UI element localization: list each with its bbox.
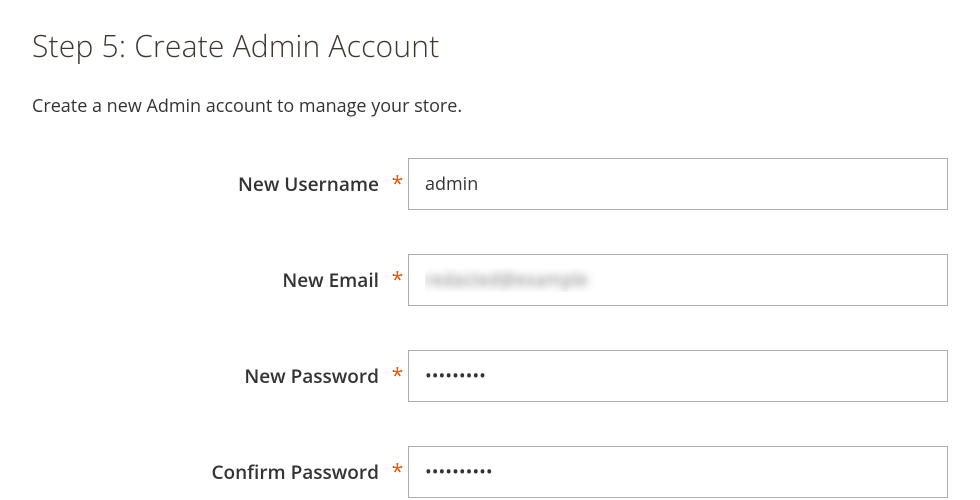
page-subtitle: Create a new Admin account to manage you… bbox=[32, 94, 948, 118]
confirm-password-input[interactable] bbox=[408, 446, 948, 498]
password-label: New Password bbox=[32, 363, 387, 389]
username-label: New Username bbox=[32, 171, 387, 197]
required-icon: * bbox=[387, 266, 408, 294]
username-row: New Username * bbox=[32, 158, 948, 210]
confirm-password-label: Confirm Password bbox=[32, 459, 387, 485]
username-input[interactable] bbox=[408, 158, 948, 210]
password-input[interactable] bbox=[408, 350, 948, 402]
confirm-password-row: Confirm Password * bbox=[32, 446, 948, 498]
password-row: New Password * bbox=[32, 350, 948, 402]
page-title: Step 5: Create Admin Account bbox=[32, 25, 948, 66]
required-icon: * bbox=[387, 362, 408, 390]
email-label: New Email bbox=[32, 267, 387, 293]
email-row: New Email * bbox=[32, 254, 948, 306]
email-input[interactable] bbox=[408, 254, 948, 306]
required-icon: * bbox=[387, 458, 408, 486]
required-icon: * bbox=[387, 170, 408, 198]
